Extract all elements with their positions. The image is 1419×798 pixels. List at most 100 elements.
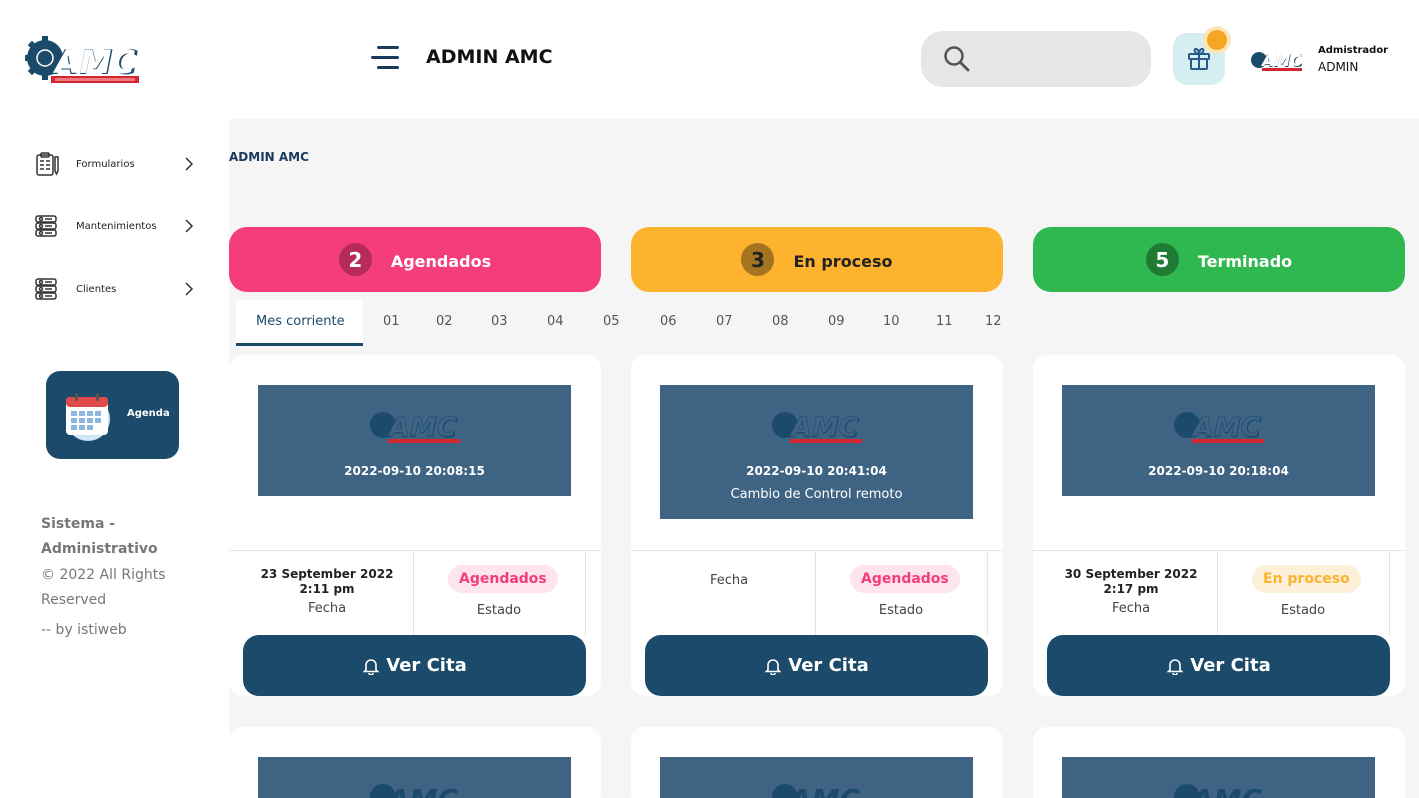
notification-dot [1207, 30, 1227, 50]
footer-credits: -- by istiweb [41, 622, 127, 638]
amc-logo: AMCAMC [370, 411, 460, 444]
svg-text:AMC: AMC [52, 43, 136, 81]
tab-month-12[interactable]: 12 [985, 314, 1002, 329]
tab-mes-corriente[interactable]: Mes corriente [236, 300, 363, 346]
tab-label: Mes corriente [256, 314, 345, 329]
database-icon [35, 278, 57, 300]
sidebar-item-clientes[interactable]: Clientes [34, 275, 194, 303]
svg-text:AMC: AMC [789, 412, 859, 443]
card-image: AMC [258, 757, 571, 798]
card-timestamp: 2022-09-10 20:08:15 [344, 464, 485, 478]
stat-terminado[interactable]: 5 Terminado [1033, 227, 1405, 292]
stat-count: 5 [1145, 243, 1179, 276]
app-title: ADMIN AMC [426, 46, 553, 68]
card-meta: 23 September 2022 2:11 pm Fecha Agendado… [229, 550, 601, 636]
appointment-card: AMC [631, 727, 1003, 798]
stat-count: 3 [741, 243, 775, 276]
tab-month-05[interactable]: 05 [603, 314, 620, 329]
calendar-icon [66, 393, 110, 441]
button-label: Ver Cita [386, 655, 467, 676]
svg-text:AMC: AMC [386, 783, 459, 798]
appointment-card: AMC AMC 2022-09-10 20:41:04 Cambio de Con… [631, 355, 1003, 696]
menu-toggle-button[interactable] [371, 46, 399, 70]
gift-icon [1188, 47, 1210, 70]
sidebar-item-formularios[interactable]: Formularios [34, 150, 194, 178]
card-estado-label: Estado [1280, 603, 1326, 618]
svg-text:AMC: AMC [1260, 51, 1302, 70]
sidebar-item-label: Clientes [76, 283, 117, 295]
ver-cita-button[interactable]: Ver Cita [645, 635, 988, 696]
sidebar-item-label: Formularios [76, 158, 135, 170]
agenda-label: Agenda [127, 408, 170, 419]
search-input[interactable] [921, 31, 1151, 87]
card-timestamp: 2022-09-10 20:18:04 [1148, 464, 1289, 478]
tab-month-08[interactable]: 08 [772, 314, 789, 329]
tab-month-01[interactable]: 01 [383, 314, 400, 329]
footer-rights: © 2022 All Rights Reserved [41, 567, 166, 608]
stat-label: En proceso [793, 251, 893, 271]
card-fecha-label: Fecha [1111, 601, 1151, 616]
tab-month-06[interactable]: 06 [660, 314, 677, 329]
tab-month-10[interactable]: 10 [883, 314, 900, 329]
card-image: AMC AMC 2022-09-10 20:41:04 Cambio de Con… [660, 385, 973, 519]
ver-cita-button[interactable]: Ver Cita [1047, 635, 1390, 696]
bell-icon [1166, 658, 1184, 675]
card-fecha-label: Fecha [709, 573, 749, 588]
amc-logo: AMC [1174, 783, 1263, 798]
card-meta: 30 September 2022 2:17 pm Fecha En proce… [1033, 550, 1405, 636]
bell-icon [764, 658, 782, 675]
status-badge: Agendados [448, 565, 558, 593]
svg-text:AMC: AMC [1190, 783, 1263, 798]
status-badge: Agendados [850, 565, 960, 593]
svg-text:AMC: AMC [387, 412, 457, 443]
card-image: AMC AMC 2022-09-10 20:18:04 [1062, 385, 1375, 496]
sidebar-item-mantenimientos[interactable]: Mantenimientos [34, 212, 194, 240]
amc-logo: AMCAMC [772, 411, 862, 444]
database-icon [35, 215, 57, 237]
card-fecha-label: Fecha [307, 601, 347, 616]
sidebar-item-label: Mantenimientos [76, 220, 157, 232]
tab-month-04[interactable]: 04 [547, 314, 564, 329]
user-name: ADMIN [1318, 60, 1359, 74]
avatar[interactable]: AMC AMC [1250, 47, 1302, 72]
svg-text:AMC: AMC [788, 783, 861, 798]
stat-en-proceso[interactable]: 3 En proceso [631, 227, 1003, 292]
amc-logo: AMCAMC [1174, 411, 1264, 444]
clipboard-icon [36, 152, 59, 176]
card-fecha-value: 30 September 2022 2:17 pm [1064, 567, 1198, 596]
bell-icon [362, 658, 380, 675]
button-label: Ver Cita [1190, 655, 1271, 676]
appointment-card: AMC AMC 2022-09-10 20:18:04 30 September … [1033, 355, 1405, 696]
breadcrumb[interactable]: ADMIN AMC [229, 150, 309, 164]
search-icon [944, 46, 970, 72]
status-badge: En proceso [1252, 565, 1361, 593]
appointment-card: AMC AMC 2022-09-10 20:08:15 23 September … [229, 355, 601, 696]
button-label: Ver Cita [788, 655, 869, 676]
card-fecha-value: 23 September 2022 2:11 pm [260, 567, 394, 596]
app-window: AMC AMC ADMIN AMC AMC AMC Admistrador AD… [0, 0, 1419, 798]
agenda-button[interactable]: Agenda [46, 371, 179, 459]
user-role: Admistrador [1318, 45, 1389, 56]
appointment-card: AMC [229, 727, 601, 798]
appointment-card: AMC [1033, 727, 1405, 798]
chevron-right-icon [185, 219, 194, 233]
stat-label: Agendados [390, 251, 492, 271]
stat-count: 2 [338, 243, 372, 276]
footer-title: Sistema - Administrativo [41, 516, 158, 557]
card-description: Cambio de Control remoto [730, 487, 903, 502]
tab-month-11[interactable]: 11 [936, 314, 953, 329]
card-estado-label: Estado [878, 603, 924, 618]
tab-month-02[interactable]: 02 [436, 314, 453, 329]
tab-month-07[interactable]: 07 [716, 314, 733, 329]
amc-logo[interactable]: AMC AMC [25, 32, 140, 84]
stat-agendados[interactable]: 2 Agendados [229, 227, 601, 292]
ver-cita-button[interactable]: Ver Cita [243, 635, 586, 696]
tab-month-03[interactable]: 03 [491, 314, 508, 329]
chevron-right-icon [185, 282, 194, 296]
svg-text:AMC: AMC [1191, 412, 1261, 443]
card-estado-label: Estado [476, 603, 522, 618]
card-image: AMC [660, 757, 973, 798]
tab-month-09[interactable]: 09 [828, 314, 845, 329]
amc-logo: AMC [370, 783, 459, 798]
amc-logo: AMC [772, 783, 861, 798]
